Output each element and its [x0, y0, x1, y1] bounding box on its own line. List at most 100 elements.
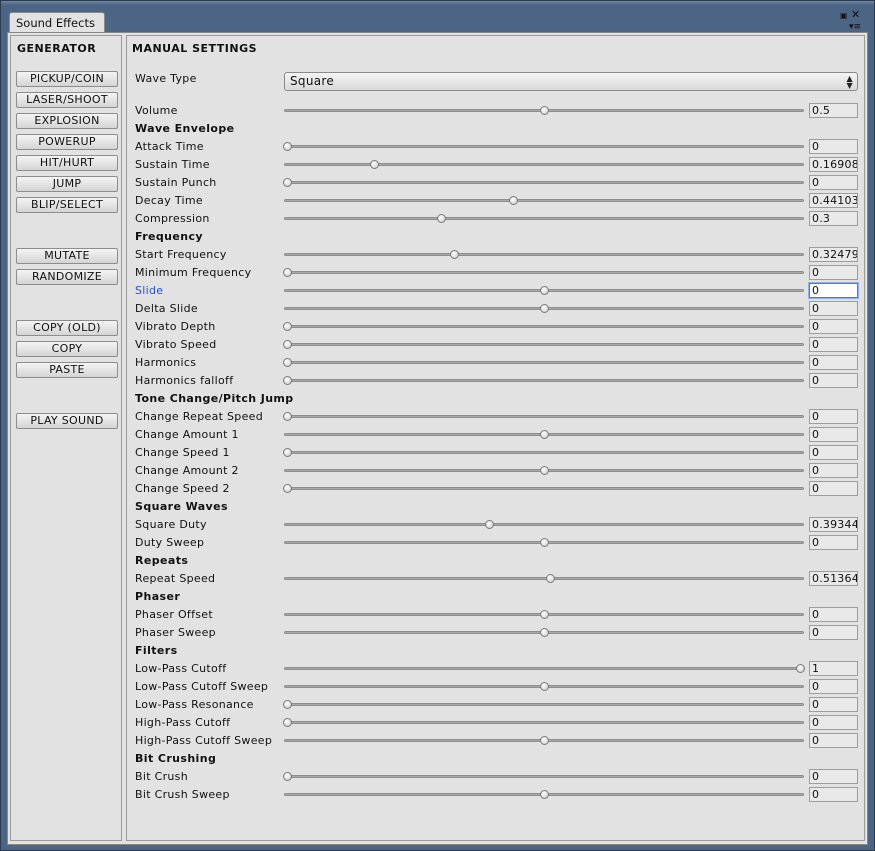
bit-crush-slider-thumb[interactable]	[283, 772, 292, 781]
repeat-speed-slider-thumb[interactable]	[546, 574, 556, 583]
delta-slide-slider-thumb[interactable]	[539, 304, 549, 313]
change-speed-1-slider-thumb[interactable]	[283, 448, 292, 457]
sustain-punch-value-field[interactable]: 0	[809, 175, 858, 190]
slide-slider-thumb[interactable]	[539, 286, 549, 295]
compression-slider-track[interactable]	[284, 217, 804, 220]
repeat-speed-value-field[interactable]: 0.51364	[809, 571, 858, 586]
tab-sound-effects[interactable]: Sound Effects	[9, 12, 105, 33]
vibrato-speed-value-field[interactable]: 0	[809, 337, 858, 352]
slide-value-field[interactable]: 0	[809, 283, 858, 298]
minimum-frequency-slider-track[interactable]	[284, 271, 804, 274]
low-pass-resonance-slider-thumb[interactable]	[283, 700, 292, 709]
high-pass-cutoff-sweep-slider-thumb[interactable]	[539, 736, 549, 745]
minimum-frequency-value-field[interactable]: 0	[809, 265, 858, 280]
change-amount-2-value-field[interactable]: 0	[809, 463, 858, 478]
compression-slider-thumb[interactable]	[436, 214, 446, 223]
high-pass-cutoff-slider-track[interactable]	[284, 721, 804, 724]
start-frequency-slider-thumb[interactable]	[449, 250, 459, 259]
attack-time-slider-track[interactable]	[284, 145, 804, 148]
change-speed-1-slider-track[interactable]	[284, 451, 804, 454]
change-speed-2-value-field[interactable]: 0	[809, 481, 858, 496]
phaser-offset-value-field[interactable]: 0	[809, 607, 858, 622]
harmonics-falloff-slider-track[interactable]	[284, 379, 804, 382]
change-repeat-speed-slider-track[interactable]	[284, 415, 804, 418]
randomize-button[interactable]: RANDOMIZE	[16, 269, 118, 285]
mutate-button[interactable]: MUTATE	[16, 248, 118, 264]
explosion-button[interactable]: EXPLOSION	[16, 113, 118, 129]
square-duty-value-field[interactable]: 0.39344	[809, 517, 858, 532]
square-duty-slider-thumb[interactable]	[484, 520, 494, 529]
delta-slide-value-field[interactable]: 0	[809, 301, 858, 316]
attack-time-value-field[interactable]: 0	[809, 139, 858, 154]
harmonics-value-field[interactable]: 0	[809, 355, 858, 370]
high-pass-cutoff-value-field[interactable]: 0	[809, 715, 858, 730]
maximize-icon[interactable]: ▣	[840, 11, 848, 21]
menu-icon[interactable]: ▾≡	[849, 22, 861, 32]
change-speed-2-slider-thumb[interactable]	[283, 484, 292, 493]
sustain-time-slider-track[interactable]	[284, 163, 804, 166]
phaser-sweep-value-field[interactable]: 0	[809, 625, 858, 640]
vibrato-depth-slider-track[interactable]	[284, 325, 804, 328]
vibrato-speed-slider-track[interactable]	[284, 343, 804, 346]
vibrato-depth-slider-thumb[interactable]	[283, 322, 292, 331]
low-pass-cutoff-value-field[interactable]: 1	[809, 661, 858, 676]
harmonics-slider-thumb[interactable]	[283, 358, 292, 367]
sustain-time-slider-thumb[interactable]	[369, 160, 379, 169]
jump-button[interactable]: JUMP	[16, 176, 118, 192]
change-speed-2-slider-track[interactable]	[284, 487, 804, 490]
hit-hurt-button[interactable]: HIT/HURT	[16, 155, 118, 171]
play-sound-button[interactable]: PLAY SOUND	[16, 413, 118, 429]
low-pass-cutoff-slider-track[interactable]	[284, 667, 804, 670]
high-pass-cutoff-slider-thumb[interactable]	[283, 718, 292, 727]
pickup-coin-button[interactable]: PICKUP/COIN	[16, 71, 118, 87]
change-repeat-speed-value-field[interactable]: 0	[809, 409, 858, 424]
harmonics-falloff-value-field[interactable]: 0	[809, 373, 858, 388]
change-repeat-speed-slider-thumb[interactable]	[283, 412, 292, 421]
start-frequency-value-field[interactable]: 0.32479	[809, 247, 858, 262]
bit-crush-slider-track[interactable]	[284, 775, 804, 778]
close-icon[interactable]: ✕	[851, 9, 860, 20]
change-speed-1-value-field[interactable]: 0	[809, 445, 858, 460]
decay-time-value-field[interactable]: 0.44103	[809, 193, 858, 208]
change-amount-1-slider-thumb[interactable]	[539, 430, 549, 439]
compression-value-field[interactable]: 0.3	[809, 211, 858, 226]
low-pass-cutoff-sweep-slider-thumb[interactable]	[539, 682, 549, 691]
volume-slider-thumb[interactable]	[539, 106, 549, 115]
change-amount-1-value-field[interactable]: 0	[809, 427, 858, 442]
blip-select-button[interactable]: BLIP/SELECT	[16, 197, 118, 213]
minimum-frequency-slider-thumb[interactable]	[283, 268, 292, 277]
square-duty-slider-track[interactable]	[284, 523, 804, 526]
laser-shoot-button[interactable]: LASER/SHOOT	[16, 92, 118, 108]
bit-crush-value-field[interactable]: 0	[809, 769, 858, 784]
duty-sweep-slider-thumb[interactable]	[539, 538, 549, 547]
copy-old-button[interactable]: COPY (OLD)	[16, 320, 118, 336]
powerup-button[interactable]: POWERUP	[16, 134, 118, 150]
sustain-punch-slider-track[interactable]	[284, 181, 804, 184]
change-amount-2-slider-thumb[interactable]	[539, 466, 549, 475]
sustain-time-value-field[interactable]: 0.16908	[809, 157, 858, 172]
vibrato-depth-value-field[interactable]: 0	[809, 319, 858, 334]
harmonics-slider-track[interactable]	[284, 361, 804, 364]
start-frequency-slider-track[interactable]	[284, 253, 804, 256]
bit-crush-sweep-slider-thumb[interactable]	[539, 790, 549, 799]
low-pass-resonance-slider-track[interactable]	[284, 703, 804, 706]
high-pass-cutoff-sweep-value-field[interactable]: 0	[809, 733, 858, 748]
vibrato-speed-slider-thumb[interactable]	[283, 340, 292, 349]
duty-sweep-value-field[interactable]: 0	[809, 535, 858, 550]
low-pass-cutoff-sweep-value-field[interactable]: 0	[809, 679, 858, 694]
volume-value-field[interactable]: 0.5	[809, 103, 858, 118]
low-pass-resonance-value-field[interactable]: 0	[809, 697, 858, 712]
phaser-sweep-slider-thumb[interactable]	[539, 628, 549, 637]
repeat-speed-slider-track[interactable]	[284, 577, 804, 580]
bit-crush-sweep-value-field[interactable]: 0	[809, 787, 858, 802]
low-pass-cutoff-slider-thumb[interactable]	[796, 664, 805, 673]
sustain-punch-slider-thumb[interactable]	[283, 178, 292, 187]
wave-type-select[interactable]: Square ▲ ▼	[284, 72, 858, 91]
harmonics-falloff-slider-thumb[interactable]	[283, 376, 292, 385]
copy-button[interactable]: COPY	[16, 341, 118, 357]
paste-button[interactable]: PASTE	[16, 362, 118, 378]
phaser-offset-slider-thumb[interactable]	[539, 610, 549, 619]
attack-time-slider-thumb[interactable]	[283, 142, 292, 151]
decay-time-slider-track[interactable]	[284, 199, 804, 202]
decay-time-slider-thumb[interactable]	[509, 196, 519, 205]
